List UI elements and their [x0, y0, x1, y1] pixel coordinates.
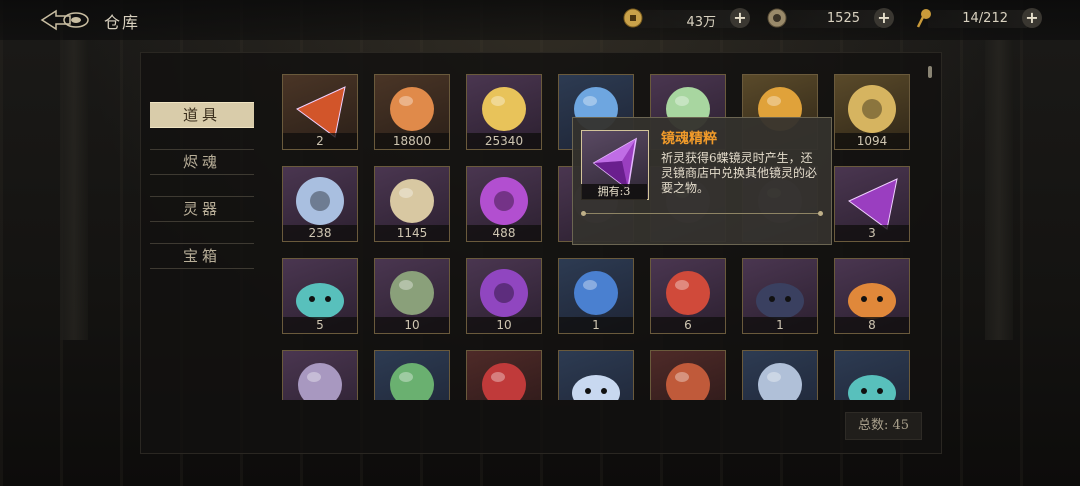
red-flower-icon	[482, 363, 526, 400]
inventory-slot[interactable]	[650, 350, 726, 400]
tooltip-description: 祈灵获得6蝶镜灵时产生，还灵镜商店中兑换其他镜灵的必要之物。	[661, 151, 818, 195]
inventory-slot[interactable]: 25340	[466, 74, 542, 150]
tooltip-divider	[581, 211, 823, 216]
item-count: 6	[651, 317, 725, 333]
spirit-coins-value: 1525	[826, 11, 860, 26]
resource-coins: 43万 +	[622, 7, 750, 30]
inventory-slot[interactable]: 1	[742, 258, 818, 334]
add-stamina-button[interactable]: +	[1022, 8, 1042, 28]
item-count: 3	[835, 225, 909, 241]
inventory-slot[interactable]	[558, 350, 634, 400]
item-count: 25340	[467, 133, 541, 149]
book-vine-icon	[390, 271, 434, 315]
background-pillar	[985, 40, 1013, 340]
add-spirit-coins-button[interactable]: +	[874, 8, 894, 28]
purple-gem-icon	[848, 178, 898, 230]
tab-chests[interactable]: 宝箱	[150, 243, 254, 269]
inventory-slot[interactable]: 5	[282, 258, 358, 334]
inventory-slot[interactable]	[742, 350, 818, 400]
vine-icon	[390, 363, 434, 400]
inventory-slot[interactable]: 10	[466, 258, 542, 334]
pin-icon	[916, 9, 931, 28]
teal-creature-icon	[848, 375, 896, 400]
dragon-egg-icon	[390, 87, 434, 131]
silver-emblem-icon	[296, 177, 344, 225]
item-tooltip: 拥有:3 镜魂精粹 祈灵获得6蝶镜灵时产生，还灵镜商店中兑换其他镜灵的必要之物。	[572, 117, 832, 245]
koi-icon	[666, 271, 710, 315]
inventory-slot[interactable]: 238	[282, 166, 358, 242]
ember-shard-icon	[296, 86, 346, 138]
orange-creature-icon	[848, 283, 896, 319]
item-count: 1145	[375, 225, 449, 241]
purple-orb-icon	[480, 177, 528, 225]
top-bar: 仓库 43万 + 1525 + 14/212 +	[0, 0, 1080, 40]
total-count: 总数: 45	[845, 412, 922, 440]
item-count: 1	[743, 317, 817, 333]
inventory-slot[interactable]	[466, 350, 542, 400]
inventory-slot[interactable]: 1145	[374, 166, 450, 242]
scrollbar-thumb[interactable]	[928, 66, 932, 78]
dark-creature-icon	[756, 283, 804, 319]
inventory-slot[interactable]: 8	[834, 258, 910, 334]
rune-card-icon	[298, 363, 342, 400]
add-coins-button[interactable]: +	[730, 8, 750, 28]
inventory-slot[interactable]: 1094	[834, 74, 910, 150]
inventory-slot[interactable]: 18800	[374, 74, 450, 150]
scroll-icon	[390, 179, 434, 223]
item-count: 10	[375, 317, 449, 333]
inventory-slot[interactable]: 10	[374, 258, 450, 334]
purple-swirl-icon	[480, 269, 528, 317]
inventory-slot[interactable]: 6	[650, 258, 726, 334]
tab-artifacts[interactable]: 灵器	[150, 196, 254, 222]
coin-icon	[623, 8, 643, 28]
tab-embers[interactable]: 烬魂	[150, 149, 254, 175]
blue-dragon-stone-icon	[574, 271, 618, 315]
item-count: 238	[283, 225, 357, 241]
item-count: 18800	[375, 133, 449, 149]
tab-items[interactable]: 道具	[150, 102, 254, 128]
back-emblem-icon[interactable]	[40, 8, 92, 32]
category-sidebar: 道具 烬魂 灵器 宝箱	[140, 52, 262, 452]
item-count: 2	[283, 133, 357, 149]
inventory-slot[interactable]	[834, 350, 910, 400]
background-pillar	[60, 40, 88, 340]
white-creature-icon	[572, 375, 620, 400]
page-title: 仓库	[104, 13, 141, 32]
item-count: 5	[283, 317, 357, 333]
coins-value: 43万	[686, 15, 716, 30]
inventory-slot[interactable]	[374, 350, 450, 400]
stamina-value: 14/212	[962, 11, 1008, 26]
tooltip-owned: 拥有:3	[581, 184, 647, 200]
item-count: 10	[467, 317, 541, 333]
inventory-slot[interactable]: 2	[282, 74, 358, 150]
item-count: 1	[559, 317, 633, 333]
teal-creature-icon	[296, 283, 344, 319]
crystal-cluster-icon	[758, 363, 802, 400]
gold-emblem-icon	[848, 85, 896, 133]
item-count: 8	[835, 317, 909, 333]
resource-spirit-coins: 1525 +	[766, 7, 894, 29]
item-count: 1094	[835, 133, 909, 149]
inventory-slot[interactable]	[282, 350, 358, 400]
red-egg-icon	[666, 363, 710, 400]
item-count: 488	[467, 225, 541, 241]
spirit-coin-icon	[767, 8, 787, 28]
golden-egg-icon	[482, 87, 526, 131]
tooltip-item-name: 镜魂精粹	[661, 131, 717, 147]
inventory-slot[interactable]: 3	[834, 166, 910, 242]
resource-stamina: 14/212 +	[914, 7, 1042, 29]
inventory-slot[interactable]: 488	[466, 166, 542, 242]
inventory-slot[interactable]: 1	[558, 258, 634, 334]
